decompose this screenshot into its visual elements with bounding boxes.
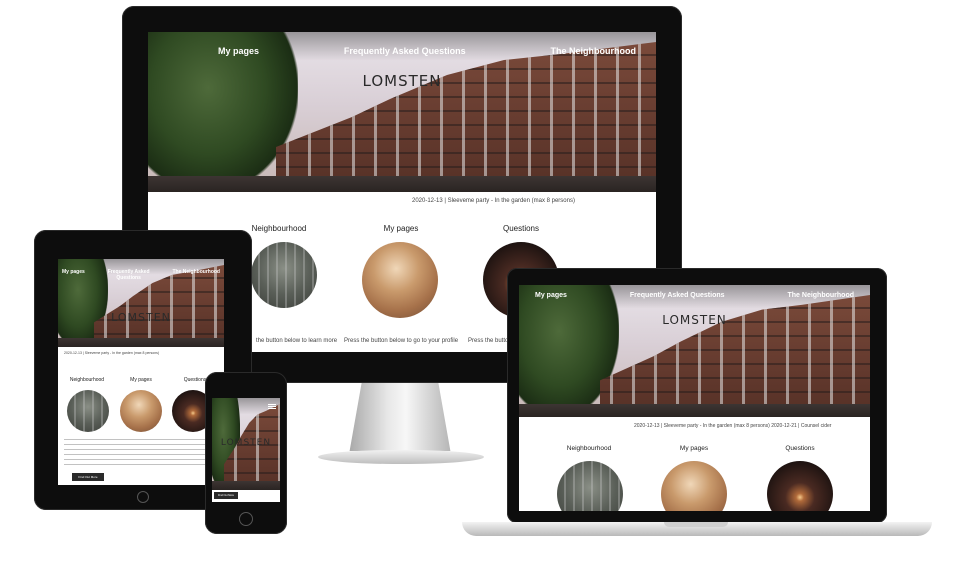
laptop-section-my-pages: My pages (679, 445, 709, 452)
laptop-neighbourhood-image[interactable] (557, 461, 623, 511)
tablet-nav-neighbourhood[interactable]: The Neighbourhood (172, 269, 220, 281)
tablet-brand[interactable]: LOMSTEN (58, 311, 224, 324)
desktop-brand[interactable]: LOMSTEN (148, 72, 656, 90)
desktop-neighbourhood-image[interactable] (251, 242, 317, 308)
desktop-caption-neighbourhood: the button below to learn more (256, 338, 338, 344)
desktop-nav: My pages Frequently Asked Questions The … (148, 46, 656, 56)
desktop-stand-base (318, 450, 484, 464)
tablet-nav-my-pages[interactable]: My pages (62, 269, 85, 281)
desktop-announcement: 2020-12-13 | Sleeveme party - In the gar… (412, 198, 575, 204)
tablet-my-pages-image[interactable] (120, 390, 162, 432)
desktop-section-questions: Questions (502, 224, 540, 233)
laptop-screen: My pages Frequently Asked Questions The … (519, 285, 870, 511)
tablet-announcement: 2020-12-13 | Sleeveme party - In the gar… (64, 351, 160, 355)
phone-brand[interactable]: LOMSTEN (212, 438, 280, 448)
phone-menu-icon[interactable] (268, 404, 276, 409)
nav-neighbourhood[interactable]: The Neighbourhood (551, 46, 637, 56)
laptop-nav-faq[interactable]: Frequently Asked Questions (630, 292, 725, 299)
tablet-home-button[interactable] (137, 491, 149, 503)
tablet-neighbourhood-image[interactable] (67, 390, 109, 432)
laptop-nav-my-pages[interactable]: My pages (535, 292, 567, 299)
tablet-find-out-more-button[interactable]: Find Out More (72, 473, 104, 481)
phone-screen: LOMSTEN Find Out More (212, 398, 280, 502)
laptop-section-neighbourhood: Neighbourhood (566, 445, 612, 452)
laptop-nav: My pages Frequently Asked Questions The … (519, 292, 870, 299)
laptop-notch (664, 522, 728, 527)
nav-my-pages[interactable]: My pages (218, 46, 259, 56)
tablet-screen: My pages Frequently Asked Questions The … (58, 259, 224, 485)
phone-find-out-more-button[interactable]: Find Out More (214, 492, 238, 499)
laptop-my-pages-image[interactable] (661, 461, 727, 511)
laptop-brand[interactable]: LOMSTEN (519, 313, 870, 327)
desktop-section-neighbourhood: Neighbourhood (251, 224, 307, 233)
desktop-my-pages-image[interactable] (362, 242, 438, 318)
laptop-announcement: 2020-12-13 | Sleeveme party - In the gar… (634, 423, 832, 429)
desktop-caption-questions: Press the butto (468, 338, 509, 344)
laptop-questions-image[interactable] (767, 461, 833, 511)
tablet-section-my-pages: My pages (130, 377, 152, 383)
laptop-nav-neighbourhood[interactable]: The Neighbourhood (788, 292, 855, 299)
laptop-section-questions: Questions (785, 445, 815, 452)
phone-home-button[interactable] (239, 512, 253, 526)
desktop-caption-my-pages: Press the button below to go to your pro… (344, 338, 459, 344)
nav-faq[interactable]: Frequently Asked Questions (344, 46, 466, 56)
desktop-section-my-pages: My pages (383, 224, 419, 233)
tablet-nav: My pages Frequently Asked Questions The … (58, 269, 224, 281)
desktop-hero-image (148, 32, 656, 192)
laptop-hero-image (519, 285, 870, 417)
tablet-nav-faq[interactable]: Frequently Asked Questions (105, 269, 153, 281)
tablet-section-neighbourhood: Neighbourhood (69, 377, 105, 383)
tablet-caption-lines (64, 439, 218, 465)
